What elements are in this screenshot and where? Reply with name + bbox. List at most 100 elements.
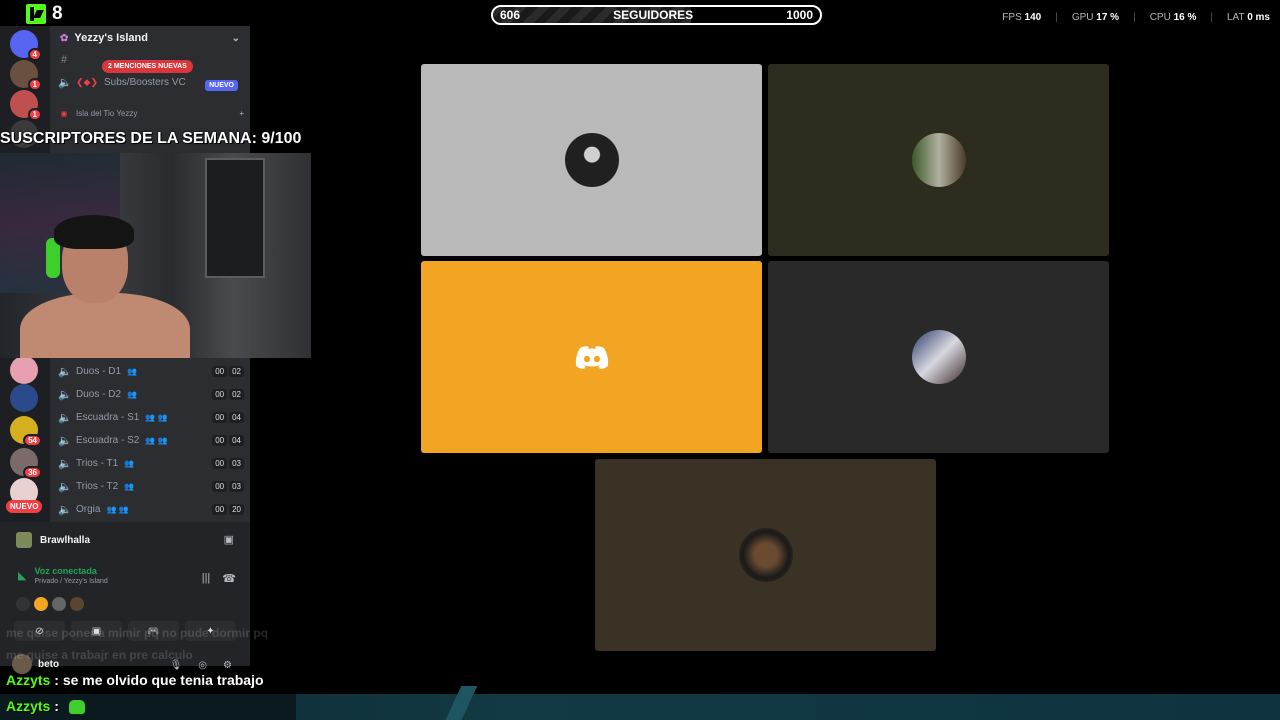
activity-game[interactable]: Brawlhalla xyxy=(16,532,90,548)
followers-current: 606 xyxy=(500,8,521,22)
voice-channel[interactable]: 🔈 Escuadra - S1 👥 👥 00 04 xyxy=(58,407,244,427)
server-badge: 1 xyxy=(27,108,42,121)
voice-channel[interactable]: 🔈 Trios - T2 👥 00 03 xyxy=(58,476,244,496)
emote-icon xyxy=(68,700,85,715)
channel-item-subs-boosters[interactable]: 🔈 ❮◆❯ Subs/Boosters VC xyxy=(58,72,244,92)
avatar[interactable] xyxy=(70,597,84,611)
channel-name: Escuadra - S2 xyxy=(76,434,140,446)
chat-message: Azzyts : se me olvido que tenia trabajo xyxy=(6,672,264,688)
chevron-down-icon: ⌄ xyxy=(231,32,240,44)
voice-channel[interactable]: 🔈 Orgia 👥 👥 00 20 xyxy=(58,499,244,519)
voice-channel[interactable]: 🔈 Trios - T1 👥 00 03 xyxy=(58,453,244,473)
cpu-stat: CPU 16 % xyxy=(1149,12,1197,23)
voice-tile[interactable] xyxy=(421,64,762,256)
chat-separator: : xyxy=(54,672,59,688)
followers-goal-bar: 606 SEGUIDORES 1000 xyxy=(491,5,822,25)
nuevo-badge: NUEVO xyxy=(6,500,43,513)
followers-goal: 1000 xyxy=(786,8,813,22)
speaker-icon: 🔈 xyxy=(58,411,72,424)
faded-chat-line: me quise a trabajr en pre calculo xyxy=(6,648,193,662)
users-icon: 👥 xyxy=(124,481,135,491)
boost-icon: ✿ xyxy=(60,32,69,44)
avatar[interactable] xyxy=(16,597,30,611)
voice-channel[interactable]: 🔈 Duos - D2 👥 00 02 xyxy=(58,384,244,404)
followers-label: SEGUIDORES xyxy=(613,8,694,22)
user-counter: 00 04 xyxy=(212,411,244,423)
chat-username: Azzyts xyxy=(6,698,51,714)
discord-logo-icon xyxy=(575,346,608,369)
noise-suppression-icon[interactable]: ||| xyxy=(202,572,211,585)
channel-name: Orgia xyxy=(76,503,101,515)
category-name: Isla del Tio Yezzy xyxy=(76,108,138,118)
user-counter: 00 04 xyxy=(212,434,244,446)
user-counter: 00 20 xyxy=(212,503,244,515)
voice-panel: Brawlhalla ▣ ◣ Voz conectada Privado / Y… xyxy=(0,522,250,674)
avatar[interactable] xyxy=(34,597,48,611)
server-icon[interactable]: 1 xyxy=(10,60,42,91)
channel-name: Duos - D2 xyxy=(76,388,122,400)
server-badge: 36 xyxy=(23,466,42,479)
screen-share-icon[interactable]: ▣ xyxy=(224,533,234,546)
voice-channel[interactable]: 🔈 Escuadra - S2 👥 👥 00 04 xyxy=(58,430,244,450)
disconnect-icon[interactable]: ☎ xyxy=(222,572,236,585)
gpu-stat: GPU 17 % xyxy=(1071,12,1120,23)
game-icon xyxy=(16,532,32,548)
user-counter: 00 03 xyxy=(212,457,244,469)
server-badge: 54 xyxy=(23,434,42,447)
home-badge: 4 xyxy=(27,48,42,61)
users-icon: 👥 xyxy=(127,366,137,376)
voice-status: Voz conectada xyxy=(34,566,97,576)
server-header[interactable]: ✿ Yezzy's Island ⌄ xyxy=(50,26,250,50)
kick-logo-icon xyxy=(26,4,46,24)
speaker-icon: 🔈 xyxy=(58,388,72,401)
faded-chat-line: me quise poner a mimir pq no pude dormir… xyxy=(6,626,269,640)
participant-avatar xyxy=(911,133,966,187)
participant-avatar xyxy=(564,133,619,187)
speaker-icon: 🔈 xyxy=(58,76,72,89)
users-icon: 👥 👥 xyxy=(145,412,168,422)
kick-viewers: 8 xyxy=(26,3,63,25)
user-counter: 00 02 xyxy=(212,388,244,400)
users-icon: 👥 xyxy=(127,389,137,399)
user-counter: 00 03 xyxy=(212,480,244,492)
server-icon[interactable] xyxy=(10,384,38,412)
chat-username: Azzyts xyxy=(6,672,51,688)
speaker-icon: 🔈 xyxy=(58,503,72,516)
server-icon[interactable]: 36 xyxy=(10,448,42,479)
channel-name: Duos - D1 xyxy=(76,365,122,377)
server-icon[interactable] xyxy=(10,356,38,384)
channel-name: Trios - T1 xyxy=(76,457,119,469)
category-header[interactable]: ◉ Isla del Tio Yezzy + xyxy=(58,103,245,123)
bottom-strip xyxy=(0,686,1280,720)
server-icon[interactable]: 54 xyxy=(10,416,42,447)
game-name: Brawlhalla xyxy=(40,534,91,546)
voice-tile[interactable] xyxy=(421,261,762,453)
speaker-icon: 🔈 xyxy=(58,457,72,470)
voice-tile[interactable] xyxy=(768,261,1109,453)
webcam-feed xyxy=(0,153,311,358)
avatar[interactable] xyxy=(52,597,66,611)
server-icon[interactable]: 1 xyxy=(10,90,42,121)
speaker-icon: 🔈 xyxy=(58,480,72,493)
viewer-count: 8 xyxy=(52,3,63,24)
fps-stat: FPS 140 xyxy=(1002,12,1042,23)
voice-channel[interactable]: 🔈 Duos - D1 👥 00 02 xyxy=(58,361,244,381)
new-mentions-pill[interactable]: 2 MENCIONES NUEVAS xyxy=(102,60,193,73)
headphones-icon[interactable]: ◎ xyxy=(198,660,207,671)
participant-avatar xyxy=(738,528,793,582)
discord-home-icon[interactable]: 4 xyxy=(10,30,42,61)
users-icon: 👥 👥 xyxy=(106,504,129,514)
channel-name: Trios - T2 xyxy=(76,480,119,492)
settings-gear-icon[interactable]: ⚙ xyxy=(223,660,232,671)
subs-goal-overlay: SUSCRIPTORES DE LA SEMANA: 9/100 xyxy=(0,130,302,147)
voice-participants xyxy=(16,597,84,611)
category-icon: ◉ xyxy=(60,108,68,118)
voice-channel-path: Privado / Yezzy's Island xyxy=(34,578,108,585)
voice-tile[interactable] xyxy=(595,459,936,651)
voice-tile[interactable] xyxy=(768,64,1109,256)
chat-text: se me olvido que tenia trabajo xyxy=(62,672,264,688)
signal-icon: ◣ xyxy=(18,570,27,582)
voice-connection-status[interactable]: ◣ Voz conectada Privado / Yezzy's Island xyxy=(18,566,108,585)
user-counter: 00 02 xyxy=(212,365,244,377)
add-channel-icon[interactable]: + xyxy=(239,109,244,118)
